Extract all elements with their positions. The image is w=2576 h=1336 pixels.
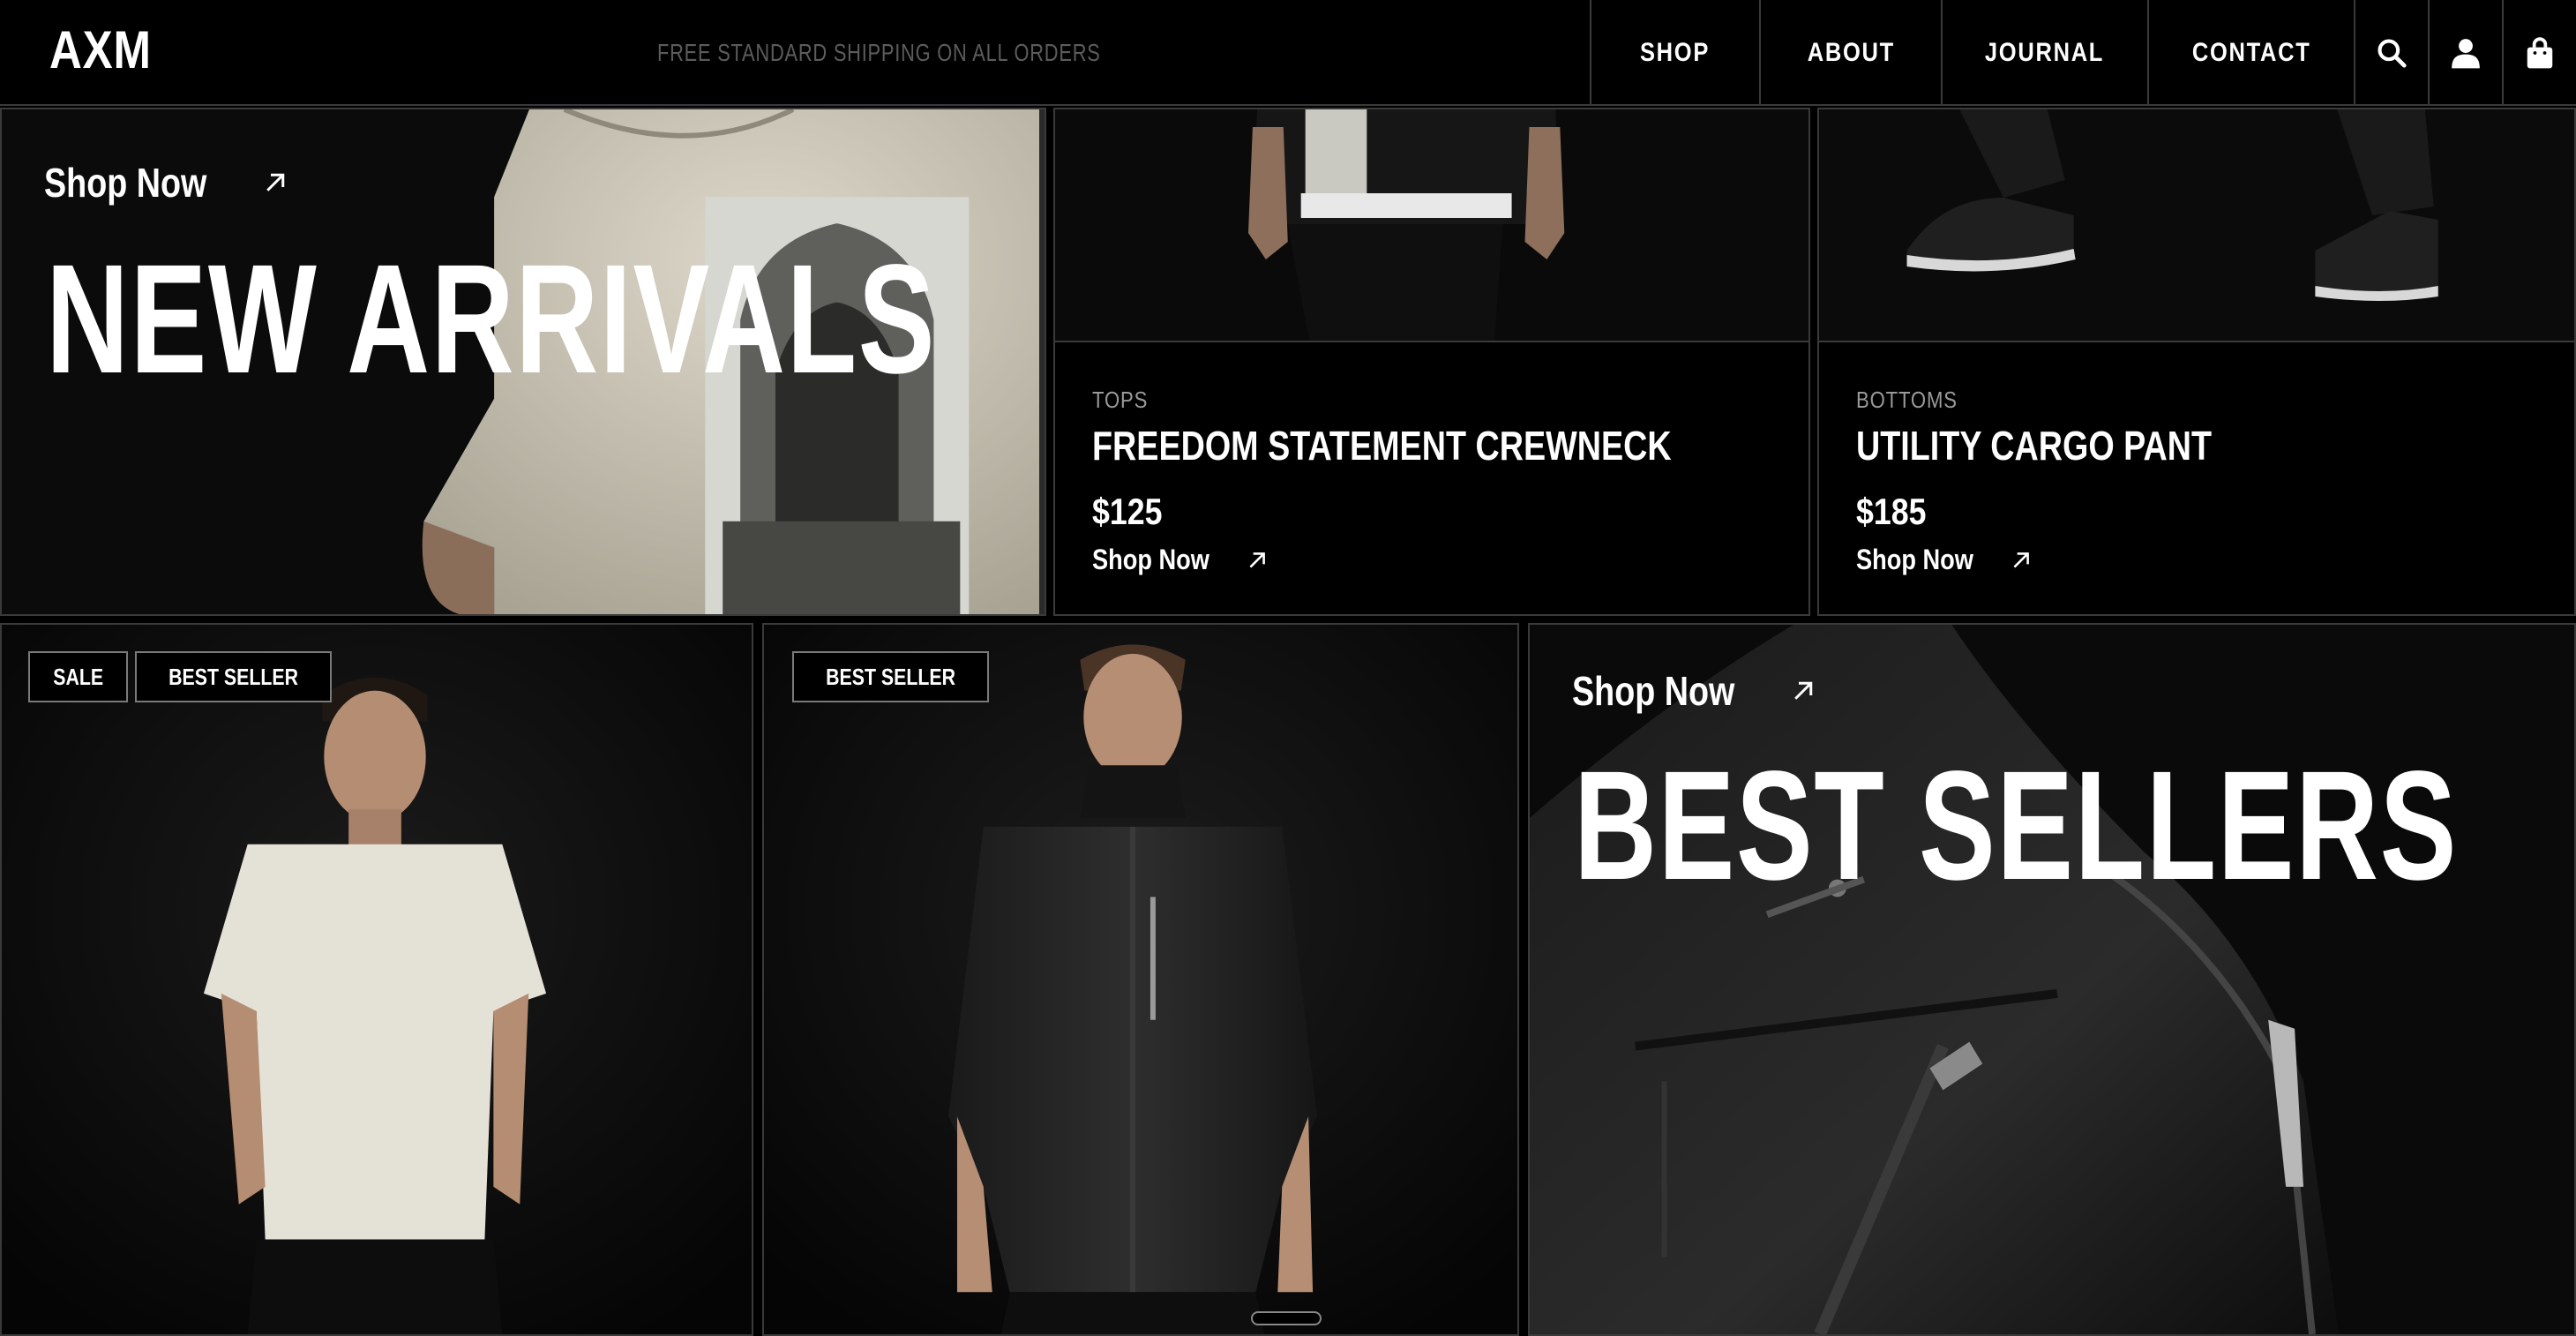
shop-now-label: Shop Now xyxy=(1856,544,1973,575)
product-info: TOPS FREEDOM STATEMENT CREWNECK $125 Sho… xyxy=(1055,341,1808,614)
arrow-up-right-icon xyxy=(2013,552,2030,568)
nav-shop-label: SHOP xyxy=(1640,38,1711,67)
arrow-up-right-icon xyxy=(1249,552,1266,568)
new-arrivals-title: NEW ARRIVALS xyxy=(46,233,937,406)
best-sellers-shop-now[interactable]: Shop Now xyxy=(1572,667,1816,715)
cart-button[interactable] xyxy=(2502,0,2576,106)
main-nav: SHOP ABOUT JOURNAL CONTACT xyxy=(1590,0,2576,106)
product-price: $125 xyxy=(1092,491,1163,532)
shop-now-label: Shop Now xyxy=(1572,668,1735,714)
nav-journal[interactable]: JOURNAL xyxy=(1941,0,2147,106)
product-shop-now[interactable]: Shop Now xyxy=(1856,544,2033,576)
shop-now-label: Shop Now xyxy=(1092,544,1209,575)
product-info: BOTTOMS UTILITY CARGO PANT $185 Shop Now xyxy=(1819,341,2574,614)
cargo-pant-photo xyxy=(1819,109,2574,344)
jacket-closeup-photo xyxy=(1530,625,2574,1334)
badge-label: BEST SELLER xyxy=(168,663,299,690)
nav-about[interactable]: ABOUT xyxy=(1759,0,1941,106)
product-shop-now[interactable]: Shop Now xyxy=(1092,544,1269,576)
site-logo[interactable]: AXM xyxy=(49,19,152,80)
shop-now-label: Shop Now xyxy=(44,160,207,206)
nav-about-label: ABOUT xyxy=(1807,38,1895,67)
arrow-up-right-icon xyxy=(1794,681,1813,700)
shipping-promo: FREE STANDARD SHIPPING ON ALL ORDERS xyxy=(657,39,1101,66)
best-seller-badge: BEST SELLER xyxy=(792,651,990,702)
nav-contact[interactable]: CONTACT xyxy=(2147,0,2354,106)
nav-journal-label: JOURNAL xyxy=(1985,38,2105,67)
product-badges: SALE BEST SELLER xyxy=(28,651,333,702)
account-button[interactable] xyxy=(2428,0,2502,106)
product-card[interactable]: TOPS FREEDOM STATEMENT CREWNECK $125 Sho… xyxy=(1053,108,1810,616)
best-sellers-title: BEST SELLERS xyxy=(1574,739,2458,912)
sale-badge: SALE xyxy=(28,651,129,702)
badge-label: SALE xyxy=(53,663,104,690)
account-icon xyxy=(2452,39,2480,69)
arrow-up-right-icon xyxy=(266,173,285,191)
featured-product-tee[interactable]: SALE BEST SELLER xyxy=(0,623,753,1336)
scroll-indicator[interactable] xyxy=(1251,1311,1322,1325)
best-seller-badge: BEST SELLER xyxy=(135,651,333,702)
search-icon xyxy=(2378,39,2407,68)
shopping-bag-icon xyxy=(2527,37,2553,69)
best-sellers-banner[interactable]: Shop Now BEST SELLERS xyxy=(1528,623,2576,1336)
nav-contact-label: CONTACT xyxy=(2191,38,2311,67)
badge-label: BEST SELLER xyxy=(826,663,956,690)
nav-shop[interactable]: SHOP xyxy=(1590,0,1759,106)
product-category: TOPS xyxy=(1092,387,1149,413)
site-header: AXM FREE STANDARD SHIPPING ON ALL ORDERS… xyxy=(0,0,2576,106)
product-name[interactable]: UTILITY CARGO PANT xyxy=(1856,422,2212,469)
featured-product-jacket[interactable]: BEST SELLER xyxy=(762,623,1519,1336)
search-button[interactable] xyxy=(2354,0,2428,106)
product-category: BOTTOMS xyxy=(1856,387,1958,413)
crewneck-photo xyxy=(1055,109,1808,344)
product-price: $185 xyxy=(1856,491,1927,532)
model-tee-photo xyxy=(2,625,752,1334)
product-badges: BEST SELLER xyxy=(792,651,990,702)
model-jacket-photo xyxy=(764,625,1517,1334)
product-name[interactable]: FREEDOM STATEMENT CREWNECK xyxy=(1092,422,1672,469)
new-arrivals-banner[interactable]: Shop Now NEW ARRIVALS xyxy=(0,108,1046,616)
new-arrivals-shop-now[interactable]: Shop Now xyxy=(44,159,288,206)
product-card[interactable]: BOTTOMS UTILITY CARGO PANT $185 Shop Now xyxy=(1817,108,2576,616)
